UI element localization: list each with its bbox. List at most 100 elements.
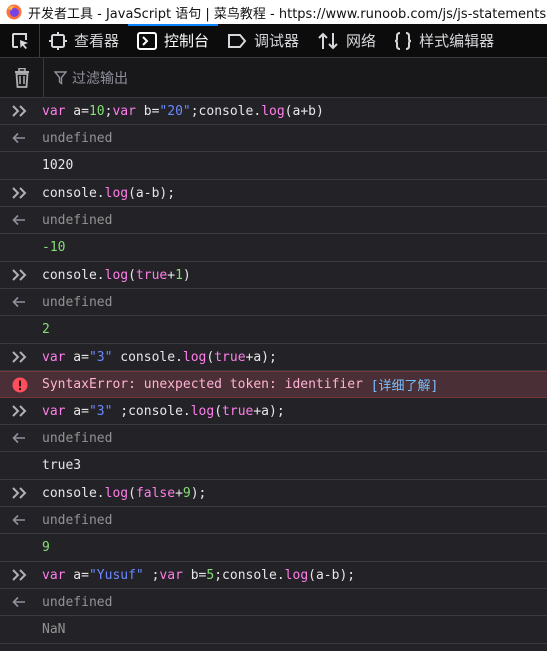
- code-token: (a+b): [284, 103, 324, 119]
- row-gutter: [12, 268, 42, 282]
- code-token: false: [135, 485, 176, 501]
- console-result-row: undefined: [0, 289, 547, 316]
- code-token: console.: [42, 185, 105, 201]
- input-code[interactable]: var a="3" ;console.log(true+a);: [42, 404, 285, 419]
- result-value: undefined: [42, 294, 113, 310]
- console-input-row: console.log(true+1): [0, 262, 547, 289]
- input-code[interactable]: var a="3" console.log(true+a);: [42, 350, 277, 365]
- code-token: "Yusuf": [88, 567, 144, 583]
- code-token: var: [42, 567, 66, 583]
- console-error-row: SyntaxError: unexpected token: identifie…: [0, 371, 547, 398]
- input-code[interactable]: console.log(a-b);: [42, 186, 175, 201]
- learn-more-link[interactable]: [详细了解]: [371, 375, 439, 394]
- code-token: a=: [65, 567, 89, 583]
- code-token: (a-b);: [308, 567, 356, 583]
- code-token: +: [175, 485, 183, 501]
- clear-console-button[interactable]: [0, 57, 44, 98]
- code-token: );: [190, 485, 207, 501]
- code-token: log: [104, 485, 129, 501]
- code-token: log: [104, 267, 129, 283]
- result-value: undefined: [42, 430, 113, 446]
- tab-network[interactable]: 网络: [308, 24, 385, 58]
- code-token: 1: [175, 267, 183, 283]
- error-icon: [12, 377, 28, 392]
- filter-icon: [54, 70, 67, 85]
- console-result-row: undefined: [0, 207, 547, 234]
- console-log-row: 2: [0, 316, 547, 344]
- row-gutter: [12, 596, 42, 608]
- code-token: a=: [65, 103, 89, 119]
- log-output: -10: [42, 240, 66, 255]
- input-prompt-icon: [12, 187, 27, 199]
- code-token: true: [222, 403, 254, 419]
- console-log-row: NaN: [0, 616, 547, 644]
- tab-label: 样式编辑器: [419, 32, 495, 50]
- tab-label: 查看器: [74, 32, 120, 50]
- code-token: (: [128, 267, 136, 283]
- row-gutter: [12, 296, 42, 308]
- row-gutter: [12, 514, 42, 526]
- code-token: a=: [65, 349, 89, 365]
- row-gutter: [12, 377, 42, 393]
- row-gutter: [12, 214, 42, 226]
- code-token: (: [214, 403, 223, 419]
- console-output: var a=10;var b="20";console.log(a+b) unde…: [0, 98, 547, 644]
- console-result-row: undefined: [0, 125, 547, 152]
- result-arrow-icon: [12, 296, 25, 308]
- console-log-row: 9: [0, 534, 547, 562]
- code-token: console.: [112, 349, 183, 365]
- result-arrow-icon: [12, 214, 25, 226]
- console-result-row: undefined: [0, 425, 547, 452]
- devtools-toolbar: 查看器 控制台 调试器 网络 样式编辑器: [0, 23, 547, 58]
- code-token: (a-b);: [128, 185, 176, 201]
- console-icon: [137, 31, 158, 50]
- tab-inspector[interactable]: 查看器: [40, 24, 128, 58]
- tab-label: 网络: [346, 32, 377, 50]
- firefox-logo-icon: [6, 4, 22, 20]
- log-output: 2: [42, 322, 50, 337]
- input-code[interactable]: console.log(true+1): [42, 268, 191, 283]
- code-token: console.: [42, 267, 105, 283]
- log-output: 1020: [42, 158, 74, 173]
- log-output: NaN: [42, 622, 66, 637]
- code-token: true: [214, 349, 246, 365]
- code-token: var: [42, 403, 66, 419]
- console-input-row: console.log(false+9);: [0, 480, 547, 507]
- code-token: var: [159, 567, 183, 583]
- element-picker-button[interactable]: [0, 23, 40, 58]
- console-input-row: var a="3" console.log(true+a);: [0, 344, 547, 371]
- result-arrow-icon: [12, 514, 25, 526]
- code-token: true: [135, 267, 168, 283]
- input-prompt-icon: [12, 569, 27, 581]
- console-log-row: 1020: [0, 152, 547, 180]
- result-value: undefined: [42, 130, 113, 146]
- input-code[interactable]: var a="Yusuf" ;var b=5;console.log(a-b);: [42, 568, 355, 583]
- code-token: ;console.: [214, 567, 285, 583]
- input-code[interactable]: var a=10;var b="20";console.log(a+b): [42, 104, 324, 119]
- code-token: "3": [88, 403, 113, 419]
- console-log-row: true3: [0, 452, 547, 480]
- log-output: true3: [42, 458, 82, 473]
- filter-output-input[interactable]: 过滤输出: [44, 68, 128, 88]
- console-input-row: console.log(a-b);: [0, 180, 547, 207]
- console-input-row: var a="3" ;console.log(true+a);: [0, 398, 547, 425]
- code-token: (: [128, 485, 136, 501]
- code-token: b=: [182, 567, 207, 583]
- code-token: +: [167, 267, 176, 283]
- debugger-icon: [228, 33, 247, 48]
- input-prompt-icon: [12, 105, 27, 117]
- tab-console[interactable]: 控制台: [128, 23, 219, 58]
- row-gutter: [12, 432, 42, 444]
- filter-placeholder: 过滤输出: [72, 70, 128, 87]
- input-prompt-icon: [12, 405, 27, 417]
- console-input-row: var a="Yusuf" ;var b=5;console.log(a-b);: [0, 562, 547, 589]
- tab-debugger[interactable]: 调试器: [218, 24, 308, 58]
- code-token: +a);: [245, 349, 277, 365]
- tab-style-editor[interactable]: 样式编辑器: [385, 24, 503, 58]
- error-message: SyntaxError: unexpected token: identifie…: [42, 377, 371, 392]
- code-token: log: [190, 403, 215, 419]
- picker-icon: [11, 32, 28, 49]
- inspector-icon: [49, 31, 67, 50]
- console-result-row: undefined: [0, 589, 547, 616]
- input-code[interactable]: console.log(false+9);: [42, 486, 206, 501]
